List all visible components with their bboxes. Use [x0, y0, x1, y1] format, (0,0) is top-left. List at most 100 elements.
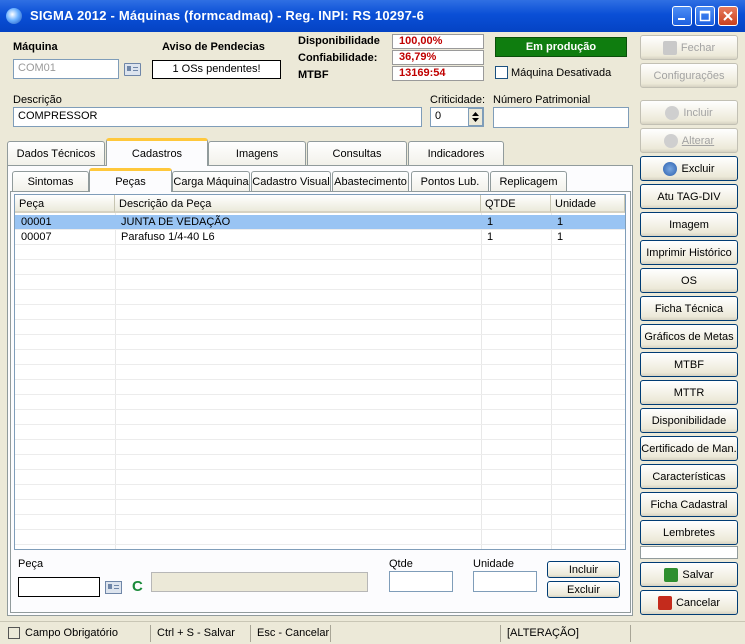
subtab-replicagem[interactable]: Replicagem: [490, 171, 567, 191]
ficha-cadastral-button[interactable]: Ficha Cadastral: [640, 492, 738, 517]
tab-cadastros[interactable]: Cadastros: [106, 138, 208, 166]
col-header-qtde[interactable]: QTDE: [481, 195, 551, 213]
cell-peca: 00001: [21, 216, 52, 228]
status-end: [630, 625, 637, 642]
col-header-descricao[interactable]: Descrição da Peça: [115, 195, 481, 213]
os-button[interactable]: OS: [640, 268, 738, 293]
status-ctrl-s: Ctrl + S - Salvar: [150, 625, 235, 642]
aviso-label: Aviso de Pendecias: [162, 41, 265, 53]
grid-line: [15, 334, 625, 335]
cell-qtde: 1: [487, 231, 494, 243]
excluir-peca-button[interactable]: Excluir: [547, 581, 620, 598]
lembretes-button[interactable]: Lembretes: [640, 520, 738, 545]
criticidade-label: Criticidade:: [430, 94, 486, 106]
col-header-peca[interactable]: Peça: [15, 195, 115, 213]
descricao-field[interactable]: COMPRESSOR: [13, 107, 422, 127]
imagem-button[interactable]: Imagem: [640, 212, 738, 237]
card-icon[interactable]: [105, 581, 122, 594]
peca-input[interactable]: [18, 577, 100, 597]
grid-line: [15, 364, 625, 365]
clear-icon[interactable]: C: [132, 578, 143, 595]
col-header-unidade[interactable]: Unidade: [551, 195, 625, 213]
cell-descricao: Parafuso 1/4-40 L6: [121, 231, 215, 243]
cell-descricao: JUNTA DE VEDAÇÃO: [121, 216, 231, 228]
subtab-carga-maquina[interactable]: Carga Máquina: [172, 171, 250, 191]
grid-line: [15, 244, 625, 245]
spin-arrows-icon: [472, 112, 479, 122]
disponibilidade-button[interactable]: Disponibilidade: [640, 408, 738, 433]
cell-peca: 00007: [21, 231, 52, 243]
subtab-cadastro-visual[interactable]: Cadastro Visual: [251, 171, 331, 191]
tab-indicadores[interactable]: Indicadores: [408, 141, 504, 165]
configuracoes-button[interactable]: Configurações: [640, 63, 738, 88]
check-icon: [664, 567, 679, 582]
grid-line: [15, 484, 625, 485]
grid-line: [15, 379, 625, 380]
tab-consultas[interactable]: Consultas: [307, 141, 407, 165]
card-icon[interactable]: [124, 63, 141, 76]
subtab-abastecimento[interactable]: Abastecimento: [332, 171, 409, 191]
table-row[interactable]: 00007 Parafuso 1/4-40 L6 1 1: [15, 230, 625, 244]
maximize-icon: [699, 10, 711, 22]
grid-line: [15, 439, 625, 440]
tab-imagens[interactable]: Imagens: [208, 141, 306, 165]
patrimonial-field[interactable]: [493, 107, 629, 128]
delete-icon: [663, 161, 678, 176]
maximize-button[interactable]: [695, 6, 715, 26]
fechar-button[interactable]: Fechar: [640, 35, 738, 60]
peca-label: Peça: [18, 558, 44, 570]
confiabilidade-value: 36,79%: [392, 50, 484, 65]
disponibilidade-value: 100,00%: [392, 34, 484, 49]
alterar-button[interactable]: Alterar: [640, 128, 738, 153]
app-icon: [6, 8, 22, 24]
excluir-label: Excluir: [681, 162, 715, 175]
criticidade-spinner[interactable]: [468, 108, 483, 126]
atu-tag-div-button[interactable]: Atu TAG-DIV: [640, 184, 738, 209]
minimize-button[interactable]: [672, 6, 692, 26]
maquina-field[interactable]: COM01: [13, 59, 119, 79]
grid-line: [15, 424, 625, 425]
desativada-checkbox[interactable]: [495, 66, 508, 79]
imprimir-historico-button[interactable]: Imprimir Histórico: [640, 240, 738, 265]
close-icon: [723, 11, 733, 21]
edit-icon: [663, 133, 678, 148]
status-badge: Em produção: [495, 37, 627, 57]
caracteristicas-button[interactable]: Características: [640, 464, 738, 489]
salvar-button[interactable]: Salvar: [640, 562, 738, 587]
grid-line: [15, 529, 625, 530]
window-title: SIGMA 2012 - Máquinas (formcadmaq) - Reg…: [30, 8, 424, 23]
salvar-label: Salvar: [682, 568, 714, 581]
tab-dados-tecnicos[interactable]: Dados Técnicos: [7, 141, 105, 165]
maquina-label: Máquina: [13, 41, 58, 53]
incluir-button[interactable]: Incluir: [640, 100, 738, 125]
incluir-peca-button[interactable]: Incluir: [547, 561, 620, 578]
ficha-tecnica-button[interactable]: Ficha Técnica: [640, 296, 738, 321]
peca-description-display: [151, 572, 368, 592]
table-row[interactable]: 00001 JUNTA DE VEDAÇÃO 1 1: [15, 215, 625, 229]
mttr-button[interactable]: MTTR: [640, 380, 738, 405]
unidade-label: Unidade: [473, 558, 514, 570]
cell-unidade: 1: [557, 216, 564, 228]
grid-line: [15, 469, 625, 470]
alterar-label: Alterar: [681, 134, 715, 147]
certificado-button[interactable]: Certificado de Man.: [640, 436, 738, 461]
required-swatch: [8, 627, 20, 639]
qtde-input[interactable]: [389, 571, 453, 592]
unidade-input[interactable]: [473, 571, 537, 592]
qtde-label: Qtde: [389, 558, 413, 570]
add-icon: [665, 105, 680, 120]
pecas-grid[interactable]: Peça Descrição da Peça QTDE Unidade 0000…: [14, 194, 626, 550]
cancelar-button[interactable]: Cancelar: [640, 590, 738, 615]
door-icon: [662, 40, 677, 55]
mtbf-button[interactable]: MTBF: [640, 352, 738, 377]
close-button[interactable]: [718, 6, 738, 26]
status-bar: Campo Obrigatório Ctrl + S - Salvar Esc …: [0, 621, 745, 644]
subtab-pecas[interactable]: Peças: [89, 168, 172, 192]
descricao-label: Descrição: [13, 94, 62, 106]
subtab-pontos-lub[interactable]: Pontos Lub.: [411, 171, 489, 191]
excluir-button[interactable]: Excluir: [640, 156, 738, 181]
grid-line: [15, 289, 625, 290]
graficos-metas-button[interactable]: Gráficos de Metas: [640, 324, 738, 349]
subtab-sintomas[interactable]: Sintomas: [12, 171, 89, 191]
cancelar-label: Cancelar: [675, 596, 721, 609]
